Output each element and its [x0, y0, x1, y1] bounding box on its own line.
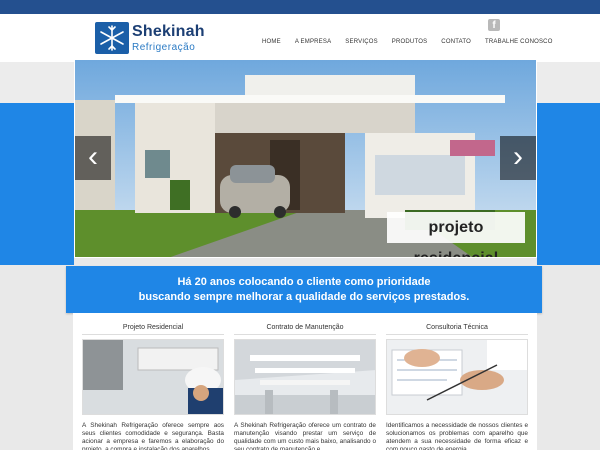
slide-caption: projeto residencial [387, 212, 525, 257]
facebook-icon[interactable]: f [488, 19, 500, 31]
card-title[interactable]: Consultoria Técnica [386, 321, 528, 335]
top-bar [0, 0, 600, 14]
service-card[interactable]: Projeto Residencial A Shekinah Refrigera… [82, 321, 224, 450]
main-nav: HOME A EMPRESA SERVIÇOS PRODUTOS CONTATO… [262, 39, 567, 51]
brand-subtitle: Refrigeração [132, 42, 196, 53]
background-stripe-right [537, 103, 600, 265]
brand-name: Shekinah [132, 23, 205, 40]
nav-trabalhe-conosco[interactable]: TRABALHE CONOSCO [485, 39, 553, 51]
nav-servicos[interactable]: SERVIÇOS [345, 39, 378, 51]
service-card[interactable]: Consultoria Técnica Identificamos a nece… [386, 321, 528, 450]
slider-prev-button[interactable]: ‹ [75, 136, 111, 180]
snowflake-icon [95, 22, 129, 54]
card-text: A Shekinah Refrigeração oferece um contr… [234, 422, 376, 450]
card-text: A Shekinah Refrigeração oferece sempre a… [82, 422, 224, 450]
tagline-line-1: Há 20 anos colocando o cliente como prio… [177, 276, 431, 288]
header: Shekinah Refrigeração f HOME A EMPRESA S… [0, 14, 600, 62]
card-image-technician[interactable] [82, 339, 224, 415]
card-text: Identificamos a necessidade de nossos cl… [386, 422, 528, 450]
background-stripe-left [0, 103, 74, 265]
tagline-line-2: buscando sempre melhorar a qualidade do … [138, 291, 470, 303]
nav-contato[interactable]: CONTATO [441, 39, 471, 51]
card-image-ceiling-ducts[interactable] [234, 339, 376, 415]
nav-a-empresa[interactable]: A EMPRESA [295, 39, 331, 51]
services-section: Projeto Residencial A Shekinah Refrigera… [73, 313, 537, 450]
image-slider[interactable]: ‹ › projeto residencial [74, 59, 537, 258]
nav-produtos[interactable]: PRODUTOS [392, 39, 428, 51]
card-title[interactable]: Projeto Residencial [82, 321, 224, 335]
logo[interactable]: Shekinah Refrigeração [95, 22, 205, 56]
slider-next-button[interactable]: › [500, 136, 536, 180]
card-image-blueprints[interactable] [386, 339, 528, 415]
card-title[interactable]: Contrato de Manutenção [234, 321, 376, 335]
nav-home[interactable]: HOME [262, 39, 281, 51]
service-card[interactable]: Contrato de Manutenção A Shekinah Refrig… [234, 321, 376, 450]
tagline-banner: Há 20 anos colocando o cliente como prio… [66, 266, 542, 313]
